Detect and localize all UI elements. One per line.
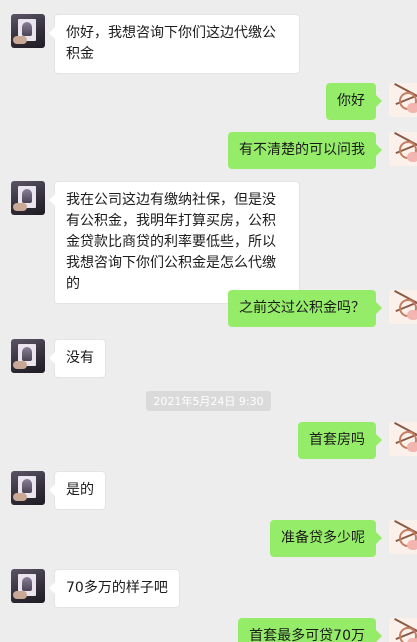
incoming-message-bubble[interactable]: 你好，我想咨询下你们这边代缴公积金 <box>49 14 300 74</box>
self-avatar-icon[interactable] <box>389 83 417 117</box>
contact-avatar-icon[interactable] <box>11 14 45 48</box>
incoming-message-bubble[interactable]: 我在公司这边有缴纳社保，但是没有公积金，我明年打算买房，公积金贷款比商贷的利率要… <box>49 181 300 304</box>
incoming-message-bubble[interactable]: 70多万的样子吧 <box>49 569 180 608</box>
contact-avatar-icon[interactable] <box>11 471 45 505</box>
incoming-message-bubble[interactable]: 是的 <box>49 471 106 510</box>
self-avatar-icon[interactable] <box>389 290 417 324</box>
contact-avatar-icon[interactable] <box>11 339 45 373</box>
self-avatar-icon[interactable] <box>389 618 417 642</box>
incoming-message-bubble[interactable]: 没有 <box>49 339 106 378</box>
self-avatar-icon[interactable] <box>389 520 417 554</box>
outgoing-message-bubble[interactable]: 之前交过公积金吗？ <box>228 290 382 327</box>
chat-window: 你好，我想咨询下你们这边代缴公积金 你好 有不清楚的可以问我 我在公司这边有缴纳… <box>0 0 417 642</box>
timestamp-divider: 2021年5月24日 9:30 <box>0 391 417 411</box>
outgoing-message-bubble[interactable]: 首套房吗 <box>298 422 382 459</box>
timestamp-label: 2021年5月24日 9:30 <box>146 391 271 411</box>
contact-avatar-icon[interactable] <box>11 569 45 603</box>
outgoing-message-bubble[interactable]: 准备贷多少呢 <box>270 520 382 557</box>
outgoing-message-bubble[interactable]: 首套最多可贷70万 <box>238 618 382 642</box>
outgoing-message-bubble[interactable]: 有不清楚的可以问我 <box>228 132 382 169</box>
outgoing-message-bubble[interactable]: 你好 <box>326 83 382 120</box>
self-avatar-icon[interactable] <box>389 422 417 456</box>
self-avatar-icon[interactable] <box>389 132 417 166</box>
contact-avatar-icon[interactable] <box>11 181 45 215</box>
